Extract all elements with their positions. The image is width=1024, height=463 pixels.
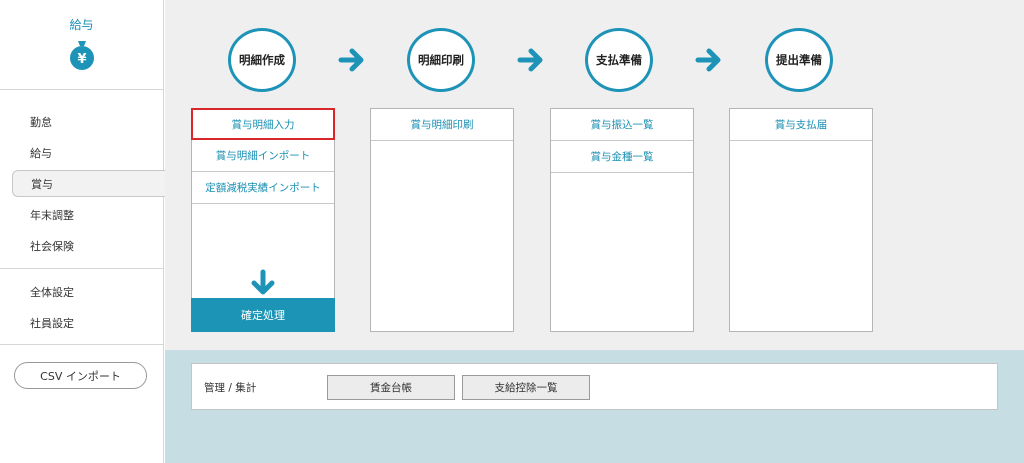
payment-deduction-list-button[interactable]: 支給控除一覧 [462,375,590,400]
column-submission-prep: 賞与支払届 [729,108,873,332]
confirm-process-button[interactable]: 確定処理 [191,298,335,332]
arrow-down-icon [251,269,275,295]
money-bag-icon: ¥ [69,41,94,70]
arrow-right-icon [517,48,543,72]
management-area: 管理 / 集計 賃金台帳 支給控除一覧 [165,350,1024,463]
sidebar-item-salary[interactable]: 給与 [0,137,164,168]
csv-import-button[interactable]: CSV インポート [14,362,147,389]
column-print-statement: 賞与明細印刷 [370,108,514,332]
management-panel: 管理 / 集計 賃金台帳 支給控除一覧 [191,363,998,410]
bonus-payment-report-link[interactable]: 賞与支払届 [730,109,872,141]
workflow-area: 明細作成 明細印刷 支払準備 提出準備 賞与明細入力 賞与明細インポート 定額減… [165,0,1024,350]
arrow-right-icon [695,48,721,72]
management-label: 管理 / 集計 [204,382,257,394]
step-print-statement: 明細印刷 [407,28,475,92]
fixed-tax-reduction-import-link[interactable]: 定額減税実績インポート [192,172,334,204]
bonus-statement-print-link[interactable]: 賞与明細印刷 [371,109,513,141]
sidebar-divider [0,268,164,269]
step-payment-prep: 支払準備 [585,28,653,92]
column-create-statement: 賞与明細入力 賞与明細インポート 定額減税実績インポート 確定処理 [191,108,335,332]
sidebar-item-social-insurance[interactable]: 社会保険 [0,230,164,261]
sidebar-item-employee-settings[interactable]: 社員設定 [0,307,164,338]
sidebar-item-general-settings[interactable]: 全体設定 [0,276,164,307]
brand: 給与 ¥ [0,0,163,90]
nav-settings: 全体設定 社員設定 [0,276,164,338]
sidebar-item-attendance[interactable]: 勤怠 [0,106,164,137]
bonus-statement-import-link[interactable]: 賞与明細インポート [192,140,334,172]
bonus-transfer-list-link[interactable]: 賞与振込一覧 [551,109,693,141]
bonus-denomination-list-link[interactable]: 賞与金種一覧 [551,141,693,173]
yen-symbol: ¥ [77,52,86,67]
bonus-statement-input-link[interactable]: 賞与明細入力 [191,108,335,140]
sidebar: 給与 ¥ 勤怠 給与 賞与 年末調整 社会保険 全体設定 社員設定 CSV イン… [0,0,165,463]
wage-ledger-button[interactable]: 賃金台帳 [327,375,455,400]
arrow-right-icon [338,48,364,72]
column-payment-prep: 賞与振込一覧 賞与金種一覧 [550,108,694,332]
sidebar-item-bonus[interactable]: 賞与 [12,170,165,197]
sidebar-item-year-end-adjustment[interactable]: 年末調整 [0,199,164,230]
brand-title: 給与 [69,18,94,32]
step-create-statement: 明細作成 [228,28,296,92]
nav-main: 勤怠 給与 賞与 年末調整 社会保険 [0,106,165,261]
sidebar-divider [0,344,164,345]
step-submission-prep: 提出準備 [765,28,833,92]
